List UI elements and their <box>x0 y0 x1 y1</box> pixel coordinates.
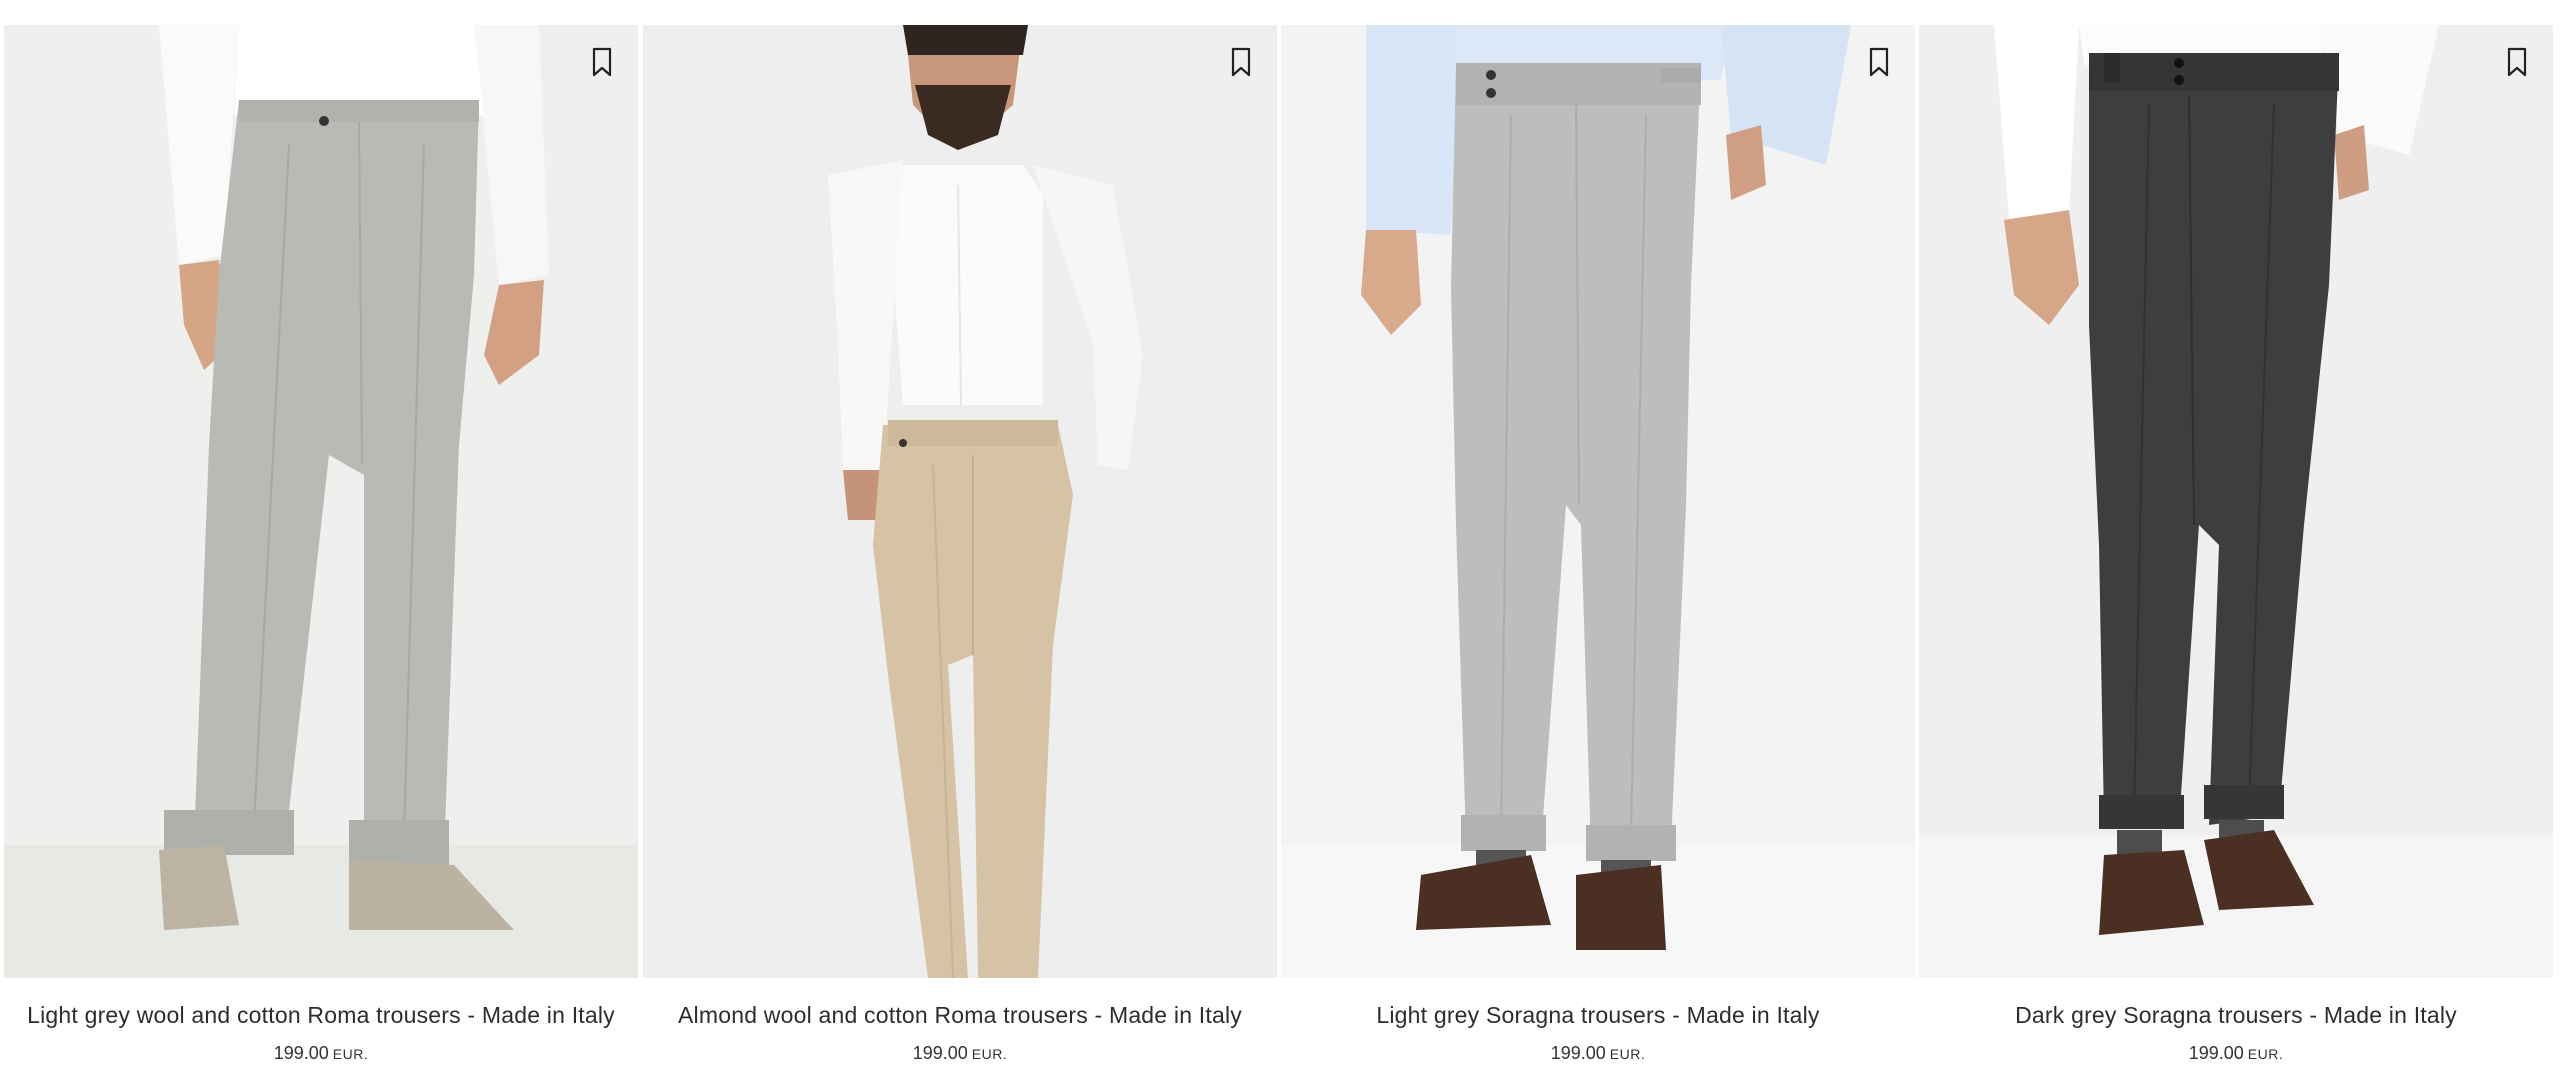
bookmark-icon[interactable] <box>588 45 616 79</box>
product-image[interactable] <box>1281 25 1915 978</box>
price-value: 199.00 <box>912 1043 968 1063</box>
product-card[interactable]: Light grey wool and cotton Roma trousers… <box>4 25 638 1064</box>
product-image[interactable] <box>1919 25 2553 978</box>
product-grid: Light grey wool and cotton Roma trousers… <box>0 0 2560 1082</box>
product-name[interactable]: Light grey wool and cotton Roma trousers… <box>4 1002 638 1029</box>
product-price: 199.00 EUR. <box>1281 1043 1915 1064</box>
price-currency: EUR. <box>332 1046 369 1062</box>
price-value: 199.00 <box>273 1043 329 1063</box>
product-price: 199.00 EUR. <box>1919 1043 2553 1064</box>
product-image[interactable] <box>643 25 1277 978</box>
product-card[interactable]: Dark grey Soragna trousers - Made in Ita… <box>1919 25 2553 1064</box>
product-price: 199.00 EUR. <box>4 1043 638 1064</box>
price-currency: EUR. <box>2247 1046 2284 1062</box>
product-image[interactable] <box>4 25 638 978</box>
product-card[interactable]: Light grey Soragna trousers - Made in It… <box>1281 25 1915 1064</box>
product-name[interactable]: Almond wool and cotton Roma trousers - M… <box>643 1002 1277 1029</box>
bookmark-icon[interactable] <box>1865 45 1893 79</box>
bookmark-icon[interactable] <box>1227 45 1255 79</box>
price-value: 199.00 <box>2188 1043 2244 1063</box>
price-value: 199.00 <box>1550 1043 1606 1063</box>
product-card[interactable]: Almond wool and cotton Roma trousers - M… <box>643 25 1277 1064</box>
bookmark-icon[interactable] <box>2503 45 2531 79</box>
product-name[interactable]: Light grey Soragna trousers - Made in It… <box>1281 1002 1915 1029</box>
price-currency: EUR. <box>1609 1046 1646 1062</box>
product-name[interactable]: Dark grey Soragna trousers - Made in Ita… <box>1919 1002 2553 1029</box>
price-currency: EUR. <box>971 1046 1008 1062</box>
product-price: 199.00 EUR. <box>643 1043 1277 1064</box>
